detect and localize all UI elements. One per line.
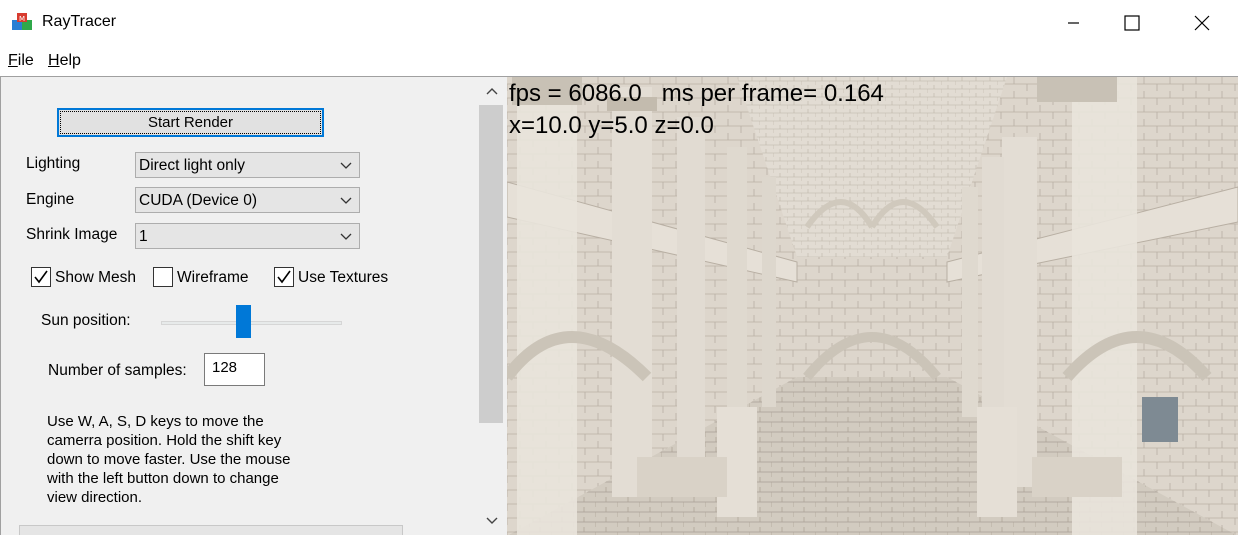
chevron-up-icon — [486, 88, 498, 95]
engine-select[interactable]: CUDA (Device 0) — [135, 187, 360, 213]
checkmark-icon — [34, 270, 48, 284]
menu-bar: File Help — [0, 46, 1238, 76]
window-title: RayTracer — [42, 13, 117, 30]
close-button[interactable] — [1179, 0, 1225, 46]
wireframe-label[interactable]: Wireframe — [177, 269, 248, 287]
panel-bottom-control — [19, 525, 403, 535]
scroll-thumb[interactable] — [479, 105, 503, 423]
scroll-up-button[interactable] — [477, 79, 507, 103]
shrink-image-value: 1 — [139, 228, 148, 245]
close-icon — [1194, 15, 1210, 31]
menu-help-label: elp — [59, 52, 81, 69]
lighting-value: Direct light only — [139, 157, 245, 174]
shrink-image-select[interactable]: 1 — [135, 223, 360, 249]
lighting-label: Lighting — [26, 155, 81, 172]
chevron-down-icon — [340, 162, 352, 169]
chevron-down-icon — [340, 197, 352, 204]
maximize-icon — [1124, 15, 1140, 31]
menu-file-mnemonic: F — [8, 52, 18, 69]
sun-position-track[interactable] — [161, 321, 342, 325]
minimize-button[interactable] — [1051, 0, 1097, 46]
menu-file-label: ile — [17, 52, 34, 69]
use-textures-label[interactable]: Use Textures — [298, 269, 388, 287]
chevron-down-icon — [486, 517, 498, 524]
menu-file[interactable]: File — [8, 52, 34, 70]
rendered-scene — [507, 77, 1238, 535]
show-mesh-checkbox[interactable] — [31, 267, 51, 287]
title-bar: M RayTracer — [0, 0, 1238, 46]
menu-help-mnemonic: H — [48, 52, 60, 69]
lighting-select[interactable]: Direct light only — [135, 152, 360, 178]
minimize-icon — [1068, 22, 1079, 24]
sun-position-slider-thumb[interactable] — [235, 305, 251, 338]
render-viewport[interactable]: fps = 6086.0 ms per frame= 0.164 x=10.0 … — [507, 76, 1238, 535]
shrink-image-label: Shrink Image — [26, 226, 118, 243]
app-icon: M — [12, 13, 32, 30]
show-mesh-label[interactable]: Show Mesh — [55, 269, 136, 287]
samples-input[interactable]: 128 — [204, 353, 265, 386]
start-render-label: Start Render — [147, 114, 234, 131]
control-panel: Start Render Lighting Direct light only … — [0, 76, 477, 535]
help-text: Use W, A, S, D keys to move the camerra … — [47, 413, 291, 506]
menu-help[interactable]: Help — [48, 52, 81, 70]
scroll-down-button[interactable] — [477, 509, 507, 533]
chevron-down-icon — [340, 233, 352, 240]
wireframe-checkbox[interactable] — [153, 267, 173, 287]
sun-position-label: Sun position: — [41, 312, 131, 329]
camera-position-readout: x=10.0 y=5.0 z=0.0 — [509, 112, 714, 139]
samples-label: Number of samples: — [48, 362, 187, 379]
use-textures-checkbox[interactable] — [274, 267, 294, 287]
svg-text:M: M — [19, 15, 25, 23]
engine-label: Engine — [26, 191, 75, 208]
start-render-button[interactable]: Start Render — [57, 108, 324, 137]
maximize-button[interactable] — [1109, 0, 1155, 46]
fps-readout: fps = 6086.0 ms per frame= 0.164 — [509, 80, 884, 107]
checkmark-icon — [277, 270, 291, 284]
engine-value: CUDA (Device 0) — [139, 192, 257, 209]
vertical-scrollbar[interactable] — [477, 76, 507, 535]
